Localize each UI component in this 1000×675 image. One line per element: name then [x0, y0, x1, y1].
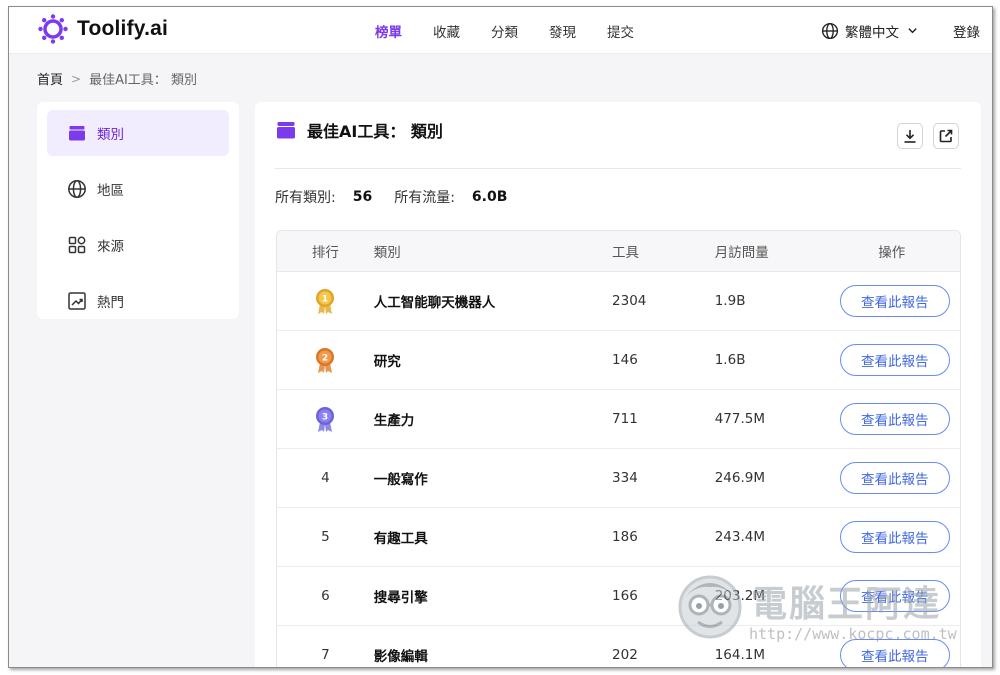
chevron-down-icon: [908, 28, 917, 34]
globe-icon: [821, 22, 839, 39]
categories-count-value: 56: [352, 189, 373, 205]
external-link-icon: [939, 129, 953, 143]
sidebar-item-label: 來源: [97, 239, 124, 255]
breadcrumb-home[interactable]: 首頁: [37, 69, 63, 88]
category-name[interactable]: 生產力: [374, 409, 612, 429]
category-name[interactable]: 有趣工具: [374, 527, 612, 547]
monthly-visits: 203.2M: [714, 588, 766, 604]
tools-count: 146: [612, 352, 638, 368]
tools-count: 186: [612, 529, 638, 545]
rank-number: 7: [321, 647, 330, 663]
purple-medal-icon: 3: [277, 405, 374, 433]
page-title: 最佳AI工具： 類別: [275, 118, 443, 142]
tools-count: 2304: [612, 293, 647, 309]
category-name[interactable]: 研究: [374, 350, 612, 370]
table-row: 2 研究 146 1.6B 查看此報告: [277, 331, 960, 390]
trending-icon: [68, 292, 86, 310]
tools-count: 711: [612, 411, 638, 427]
sidebar-item-sources[interactable]: 來源: [47, 222, 229, 268]
main-panel: 最佳AI工具： 類別 所有類別: 56 所有流量: 6.0B 排行 類別 工具 …: [255, 102, 981, 667]
monthly-visits: 246.9M: [714, 470, 766, 486]
sidebar: 類別 地區 來源 熱門: [37, 102, 239, 319]
page-title-text: 最佳AI工具： 類別: [307, 122, 443, 141]
traffic-label: 所有流量:: [394, 190, 455, 206]
breadcrumb-separator-icon: >: [71, 71, 82, 86]
gold-medal-icon: 1: [277, 287, 374, 315]
breadcrumb-current: 最佳AI工具： 類別: [89, 73, 197, 88]
language-selector[interactable]: 繁體中文: [821, 7, 924, 54]
browser-frame: Toolify.ai 榜單 收藏 分類 發現 提交 繁體中文 登錄 首頁 > 最…: [8, 6, 993, 668]
table-row: 7 影像編輯 202 164.1M 查看此報告: [277, 626, 960, 667]
nav-item-discover[interactable]: 發現: [549, 21, 576, 41]
sidebar-item-label: 地區: [97, 183, 124, 199]
category-name[interactable]: 搜尋引擎: [374, 586, 612, 606]
table-row: 1 人工智能聊天機器人 2304 1.9B 查看此報告: [277, 272, 960, 331]
bronze-medal-icon: 2: [277, 346, 374, 374]
rank-number: 6: [321, 588, 330, 604]
view-report-button[interactable]: 查看此報告: [839, 285, 950, 317]
apps-icon: [68, 236, 86, 254]
view-report-button[interactable]: 查看此報告: [839, 344, 950, 376]
tools-count: 334: [612, 470, 638, 486]
monthly-visits: 1.9B: [714, 293, 746, 309]
traffic-value: 6.0B: [471, 189, 508, 205]
sidebar-item-categories[interactable]: 類別: [47, 110, 229, 156]
view-report-button[interactable]: 查看此報告: [839, 580, 950, 612]
top-header: Toolify.ai 榜單 收藏 分類 發現 提交 繁體中文 登錄: [9, 7, 992, 54]
svg-text:3: 3: [322, 413, 328, 423]
category-name[interactable]: 影像編輯: [374, 645, 612, 665]
language-label: 繁體中文: [845, 24, 899, 41]
download-button[interactable]: [897, 123, 923, 149]
monthly-visits: 477.5M: [714, 411, 766, 427]
main-nav: 榜單 收藏 分類 發現 提交: [375, 7, 665, 54]
categories-count-label: 所有類別:: [275, 190, 336, 206]
view-report-button[interactable]: 查看此報告: [839, 639, 950, 667]
table-row: 6 搜尋引擎 166 203.2M 查看此報告: [277, 567, 960, 626]
table-row: 5 有趣工具 186 243.4M 查看此報告: [277, 508, 960, 567]
svg-text:2: 2: [322, 354, 328, 364]
table-row: 3 生產力 711 477.5M 查看此報告: [277, 390, 960, 449]
view-report-button[interactable]: 查看此報告: [839, 462, 950, 494]
logo-text: Toolify.ai: [77, 17, 169, 40]
nav-item-rankings[interactable]: 榜單: [375, 21, 402, 41]
title-divider: [275, 168, 961, 169]
monthly-visits: 1.6B: [714, 352, 746, 368]
sidebar-item-label: 熱門: [97, 295, 124, 311]
folder-icon: [277, 122, 295, 139]
monthly-visits: 164.1M: [714, 647, 766, 663]
nav-item-submit[interactable]: 提交: [607, 21, 634, 41]
share-button[interactable]: [933, 123, 959, 149]
logo-icon: [38, 14, 68, 44]
download-icon: [904, 130, 916, 143]
header-rank: 排行: [311, 245, 339, 261]
rank-number: 5: [321, 529, 330, 545]
ranking-table: 排行 類別 工具 月訪問量 操作 1 人工智能聊天機器人 2304 1.9B 查…: [276, 230, 961, 667]
tools-count: 202: [612, 647, 638, 663]
login-link[interactable]: 登錄: [953, 7, 980, 54]
stats-bar: 所有類別: 56 所有流量: 6.0B: [275, 187, 529, 207]
globe-icon: [68, 180, 86, 198]
sidebar-item-trending[interactable]: 熱門: [47, 278, 229, 324]
header-visits: 月訪問量: [714, 245, 769, 261]
view-report-button[interactable]: 查看此報告: [839, 521, 950, 553]
logo[interactable]: Toolify.ai: [37, 11, 168, 47]
header-action: 操作: [878, 245, 906, 261]
sidebar-item-regions[interactable]: 地區: [47, 166, 229, 212]
monthly-visits: 243.4M: [714, 529, 766, 545]
header-category: 類別: [373, 245, 401, 261]
tools-count: 166: [612, 588, 638, 604]
nav-item-favorites[interactable]: 收藏: [433, 21, 460, 41]
table-row: 4 一般寫作 334 246.9M 查看此報告: [277, 449, 960, 508]
breadcrumb: 首頁 > 最佳AI工具： 類別: [37, 69, 197, 89]
folder-icon: [69, 126, 85, 141]
table-header: 排行 類別 工具 月訪問量 操作: [277, 231, 960, 272]
view-report-button[interactable]: 查看此報告: [839, 403, 950, 435]
nav-item-categories[interactable]: 分類: [491, 21, 518, 41]
svg-text:1: 1: [322, 295, 328, 305]
category-name[interactable]: 人工智能聊天機器人: [374, 291, 612, 311]
rank-number: 4: [321, 470, 330, 486]
category-name[interactable]: 一般寫作: [374, 468, 612, 488]
sidebar-item-label: 類別: [97, 127, 124, 143]
header-tools: 工具: [612, 245, 640, 261]
